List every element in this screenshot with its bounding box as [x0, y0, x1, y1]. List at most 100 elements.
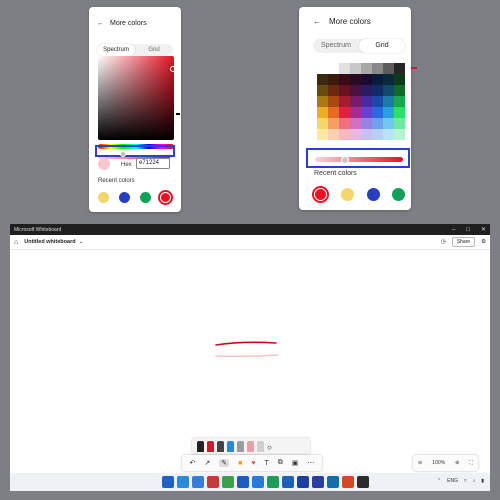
taskbar-app-icon[interactable] [282, 476, 294, 488]
opacity-slider-thumb[interactable] [341, 156, 349, 164]
color-grid-cell[interactable] [372, 63, 383, 74]
shapes-icon[interactable]: ⧉ [278, 459, 283, 467]
color-grid-cell[interactable] [328, 85, 339, 96]
volume-icon[interactable]: ♪ [473, 478, 476, 484]
battery-icon[interactable]: ▮ [481, 478, 484, 484]
pen-icon[interactable] [227, 441, 234, 452]
color-grid-cell[interactable] [339, 63, 350, 74]
opacity-slider[interactable] [315, 157, 403, 162]
color-grid-cell[interactable] [361, 107, 372, 118]
taskbar-app-icon[interactable] [297, 476, 309, 488]
timer-icon[interactable]: ◷ [441, 239, 446, 245]
tab-grid[interactable]: Grid [359, 39, 405, 53]
taskbar-app-icon[interactable] [162, 476, 174, 488]
taskbar-app-icon[interactable] [267, 476, 279, 488]
taskbar-app-icon[interactable] [207, 476, 219, 488]
more-icon[interactable]: ⋯ [307, 459, 314, 467]
color-grid-cell[interactable] [328, 96, 339, 107]
recent-color-swatch[interactable] [119, 192, 130, 203]
minimize-icon[interactable]: – [452, 227, 455, 233]
color-grid-cell[interactable] [361, 63, 372, 74]
color-grid-cell[interactable] [339, 96, 350, 107]
color-grid-cell[interactable] [383, 85, 394, 96]
color-grid-cell[interactable] [383, 96, 394, 107]
pen-icon[interactable] [237, 441, 244, 452]
color-grid-cell[interactable] [328, 107, 339, 118]
fit-icon[interactable]: ⛶ [469, 460, 473, 466]
color-grid-cell[interactable] [317, 107, 328, 118]
color-grid-cell[interactable] [372, 118, 383, 129]
taskbar-app-icon[interactable] [252, 476, 264, 488]
recent-color-swatch[interactable] [98, 192, 109, 203]
home-icon[interactable]: ⌂ [14, 239, 18, 246]
share-button[interactable]: Share [451, 237, 476, 247]
color-grid-cell[interactable] [317, 63, 328, 74]
chevron-up-icon[interactable]: ⌃ [437, 478, 441, 484]
color-grid-cell[interactable] [350, 63, 361, 74]
color-grid-cell[interactable] [350, 118, 361, 129]
tab-spectrum[interactable]: Spectrum [313, 39, 359, 53]
lasso-icon[interactable]: ○ [267, 443, 272, 452]
reaction-icon[interactable]: ♥ [251, 460, 255, 467]
color-grid-cell[interactable] [328, 74, 339, 85]
color-grid-cell[interactable] [394, 129, 405, 140]
color-grid-cell[interactable] [350, 96, 361, 107]
tab-grid[interactable]: Grid [135, 44, 173, 56]
color-grid-cell[interactable] [361, 118, 372, 129]
recent-color-swatch[interactable] [341, 188, 354, 201]
color-grid-cell[interactable] [372, 85, 383, 96]
pen-tool-icon[interactable]: ✎ [219, 459, 230, 467]
color-grid-cell[interactable] [339, 107, 350, 118]
color-grid-cell[interactable] [383, 129, 394, 140]
color-grid-cell[interactable] [383, 107, 394, 118]
color-spectrum-field[interactable] [98, 56, 176, 140]
pen-icon[interactable] [217, 441, 224, 452]
pen-icon[interactable] [247, 441, 254, 452]
note-icon[interactable]: ■ [238, 460, 242, 467]
color-grid-cell[interactable] [317, 85, 328, 96]
recent-color-swatch[interactable] [140, 192, 151, 203]
color-grid-cell[interactable] [361, 96, 372, 107]
color-grid-cell[interactable] [372, 107, 383, 118]
language-indicator[interactable]: ENG [447, 478, 458, 484]
close-icon[interactable]: ✕ [481, 226, 486, 233]
taskbar-app-icon[interactable] [312, 476, 324, 488]
recent-color-swatch[interactable] [392, 188, 405, 201]
wifi-icon[interactable]: ≈ [464, 478, 467, 484]
color-grid-cell[interactable] [394, 118, 405, 129]
color-grid-cell[interactable] [339, 118, 350, 129]
color-grid-cell[interactable] [317, 118, 328, 129]
color-grid-cell[interactable] [372, 96, 383, 107]
color-grid-cell[interactable] [361, 129, 372, 140]
hex-input[interactable]: e71224 [136, 158, 170, 169]
recent-color-swatch-selected[interactable] [312, 186, 329, 203]
color-grid-cell[interactable] [339, 74, 350, 85]
color-grid-cell[interactable] [372, 129, 383, 140]
back-arrow-icon[interactable]: ← [313, 17, 321, 26]
color-grid-cell[interactable] [394, 107, 405, 118]
zoom-in-icon[interactable]: ⊕ [455, 460, 459, 466]
recent-color-swatch-selected[interactable] [158, 190, 173, 205]
color-grid-cell[interactable] [328, 63, 339, 74]
undo-icon[interactable]: ↶ [190, 459, 196, 467]
spectrum-picker-handle[interactable] [170, 66, 176, 72]
taskbar-app-icon[interactable] [222, 476, 234, 488]
pen-icon[interactable] [207, 441, 214, 452]
color-grid-cell[interactable] [372, 74, 383, 85]
color-grid-cell[interactable] [394, 96, 405, 107]
taskbar-app-icon[interactable] [237, 476, 249, 488]
color-grid-cell[interactable] [383, 118, 394, 129]
opacity-slider-thumb[interactable] [120, 151, 126, 157]
pen-icon[interactable] [197, 441, 204, 452]
color-grid-cell[interactable] [317, 74, 328, 85]
color-grid-cell[interactable] [350, 129, 361, 140]
chevron-down-icon[interactable]: ⌄ [79, 239, 84, 245]
taskbar-app-icon[interactable] [327, 476, 339, 488]
color-grid-cell[interactable] [383, 74, 394, 85]
zoom-out-icon[interactable]: ⊖ [418, 460, 422, 466]
color-grid-cell[interactable] [317, 129, 328, 140]
tab-spectrum[interactable]: Spectrum [97, 44, 135, 56]
taskbar-app-icon[interactable] [357, 476, 369, 488]
maximize-icon[interactable]: □ [466, 227, 470, 233]
color-grid-cell[interactable] [339, 85, 350, 96]
